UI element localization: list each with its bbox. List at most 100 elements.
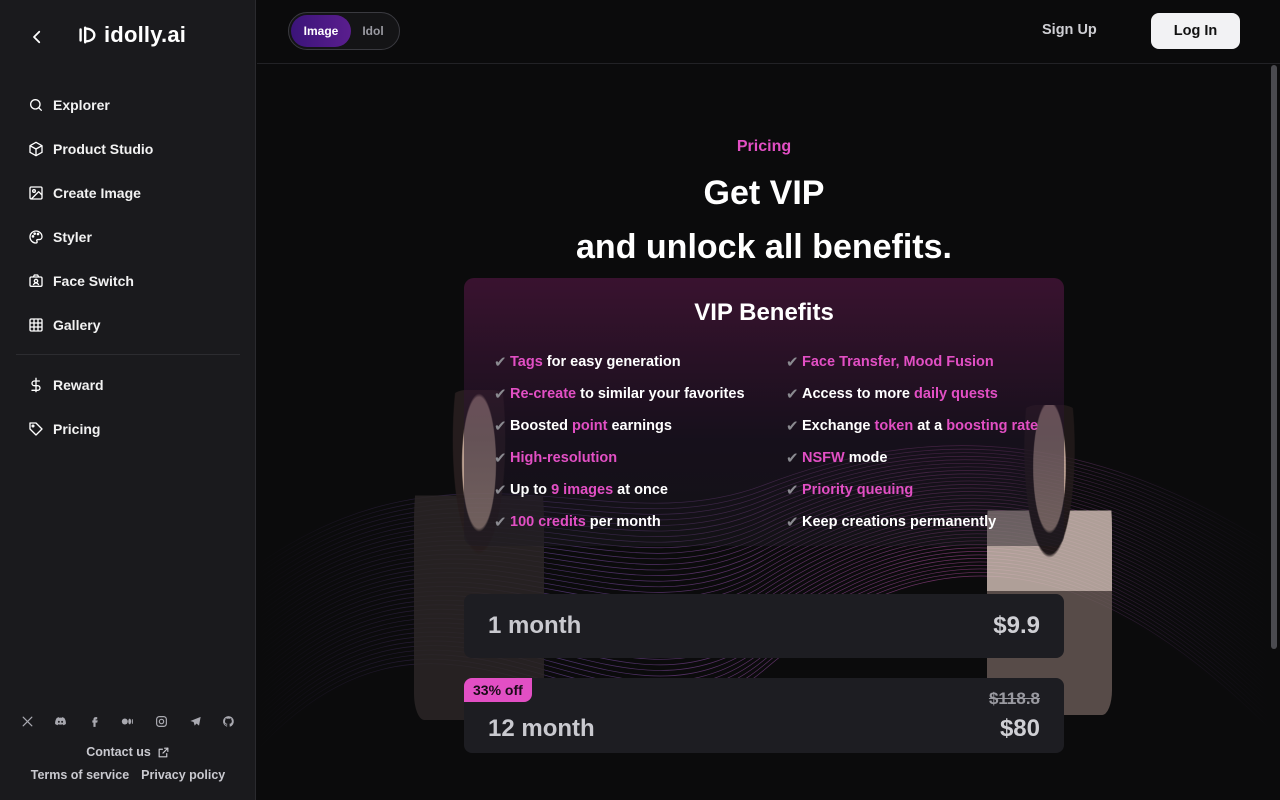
chevron-left-icon bbox=[33, 30, 41, 44]
pricing-kicker: Pricing bbox=[736, 138, 792, 155]
x-link[interactable] bbox=[18, 712, 36, 730]
benefit-item: ✔ Exchange token at a boosting rate bbox=[786, 410, 1038, 442]
benefit-text: per month bbox=[585, 514, 661, 530]
benefit-text: for easy generation bbox=[542, 354, 681, 370]
sidebar-item-label: Explorer bbox=[53, 97, 110, 113]
benefit-item: ✔ Tags for easy generation bbox=[494, 346, 745, 378]
search-icon bbox=[30, 99, 42, 111]
sidebar-item-styler[interactable]: Styler bbox=[16, 215, 240, 259]
toggle-idol[interactable]: Idol bbox=[351, 15, 395, 47]
headline-line-2: and unlock all benefits. bbox=[576, 228, 952, 266]
sidebar-item-gallery[interactable]: Gallery bbox=[16, 303, 240, 347]
check-icon: ✔ bbox=[494, 354, 507, 371]
sidebar-item-create-image[interactable]: Create Image bbox=[16, 171, 240, 215]
headline-line-1: Get VIP bbox=[703, 174, 825, 212]
benefit-text: earnings bbox=[607, 418, 672, 434]
mode-toggle: Image Idol bbox=[288, 12, 400, 50]
benefit-item: ✔ High-resolution bbox=[494, 442, 745, 474]
benefit-item: ✔ Keep creations permanently bbox=[786, 506, 1038, 538]
terms-of-service-link[interactable]: Terms of service bbox=[31, 768, 129, 782]
palette-icon bbox=[29, 230, 43, 244]
benefit-text: Up to bbox=[510, 482, 552, 498]
benefit-item: ✔ Up to 9 images at once bbox=[494, 474, 745, 506]
benefits-title: VIP Benefits bbox=[694, 299, 834, 326]
benefit-highlight: Tags bbox=[510, 354, 543, 370]
benefit-text: to similar your favorites bbox=[576, 386, 745, 402]
plan-name: 1 month bbox=[488, 612, 582, 639]
sidebar-item-label: Product Studio bbox=[53, 141, 154, 157]
image-icon bbox=[29, 186, 43, 200]
check-icon: ✔ bbox=[494, 482, 507, 499]
benefit-highlight: Re-create bbox=[510, 386, 577, 402]
sidebar-item-product-studio[interactable]: Product Studio bbox=[16, 127, 240, 171]
instagram-link[interactable] bbox=[153, 712, 171, 730]
benefit-highlight: Face Transfer, Mood Fusion bbox=[802, 354, 994, 370]
plan-12-month[interactable]: 33% off 12 month $118.8 $80 bbox=[464, 678, 1064, 753]
benefit-text: Access to more bbox=[802, 386, 915, 402]
check-icon: ✔ bbox=[786, 482, 799, 499]
top-bar: Image Idol Sign Up Log In bbox=[257, 0, 1280, 64]
discord-icon bbox=[55, 716, 67, 725]
check-icon: ✔ bbox=[494, 418, 507, 435]
benefits-column-right: ✔ Face Transfer, Mood Fusion ✔ Access to m… bbox=[786, 346, 1038, 538]
benefit-highlight: boosting rate bbox=[946, 418, 1039, 434]
benefit-text: Exchange bbox=[802, 418, 875, 434]
facebook-link[interactable] bbox=[85, 712, 103, 730]
discord-link[interactable] bbox=[52, 712, 70, 730]
benefit-item: ✔ Access to more daily quests bbox=[786, 378, 1038, 410]
check-icon: ✔ bbox=[494, 514, 507, 531]
plan-original-price: $118.8 bbox=[988, 689, 1040, 708]
telegram-link[interactable] bbox=[186, 712, 204, 730]
github-icon bbox=[223, 715, 235, 727]
sidebar-item-face-switch[interactable]: Face Switch bbox=[16, 259, 240, 303]
scrollbar-thumb[interactable] bbox=[1271, 65, 1277, 649]
contact-us-link[interactable]: Contact us bbox=[0, 745, 256, 759]
github-link[interactable] bbox=[220, 712, 238, 730]
plan-name: 12 month bbox=[488, 715, 595, 742]
benefit-highlight: 9 images bbox=[551, 482, 614, 498]
sign-up-button[interactable]: Sign Up bbox=[1042, 22, 1097, 38]
benefit-item: ✔ 100 credits per month bbox=[494, 506, 745, 538]
benefit-highlight: token bbox=[874, 418, 914, 434]
page-headline: Get VIP and unlock all benefits. bbox=[257, 166, 1271, 274]
check-icon: ✔ bbox=[786, 386, 799, 403]
contact-us-label: Contact us bbox=[86, 745, 151, 759]
benefit-highlight: High-resolution bbox=[510, 450, 618, 466]
log-in-button[interactable]: Log In bbox=[1151, 13, 1240, 49]
check-icon: ✔ bbox=[786, 418, 799, 435]
sidebar: idolly.ai Explorer Product Studio Create… bbox=[0, 0, 256, 800]
benefits-column-left: ✔ Tags for easy generation ✔ Re-create to … bbox=[494, 346, 745, 538]
check-icon: ✔ bbox=[786, 354, 799, 371]
check-icon: ✔ bbox=[494, 386, 507, 403]
sidebar-divider bbox=[16, 354, 240, 355]
sidebar-item-label: Styler bbox=[53, 229, 92, 245]
logo-text: idolly.ai bbox=[104, 22, 187, 47]
dollar-icon bbox=[31, 377, 41, 393]
benefit-item: ✔ Priority queuing bbox=[786, 474, 1038, 506]
benefit-text: Boosted bbox=[510, 418, 573, 434]
medium-link[interactable] bbox=[119, 712, 137, 730]
benefit-text: mode bbox=[844, 450, 888, 466]
plan-price: $9.9 bbox=[993, 612, 1040, 639]
legal-links: Terms of service Privacy policy bbox=[0, 768, 256, 782]
plan-1-month[interactable]: 1 month $9.9 bbox=[464, 594, 1064, 658]
toggle-image[interactable]: Image bbox=[291, 15, 351, 47]
benefit-text: Keep creations permanently bbox=[802, 514, 997, 530]
sidebar-item-reward[interactable]: Reward bbox=[16, 363, 240, 407]
medium-icon bbox=[122, 718, 134, 724]
privacy-policy-link[interactable]: Privacy policy bbox=[141, 768, 225, 782]
sidebar-item-pricing[interactable]: Pricing bbox=[16, 407, 240, 451]
logo[interactable]: idolly.ai bbox=[76, 22, 186, 48]
benefit-highlight: Priority queuing bbox=[802, 482, 914, 498]
sidebar-item-label: Face Switch bbox=[53, 273, 134, 289]
sidebar-item-explorer[interactable]: Explorer bbox=[16, 83, 240, 127]
external-link-icon bbox=[158, 747, 169, 757]
check-icon: ✔ bbox=[494, 450, 507, 467]
tag-icon bbox=[29, 422, 43, 436]
benefit-text: at a bbox=[913, 418, 947, 434]
back-button[interactable] bbox=[26, 26, 48, 48]
plan-price: $80 bbox=[999, 715, 1040, 742]
social-links bbox=[16, 712, 240, 730]
vip-benefits-card: VIP Benefits ✔ Tags for easy generation ✔… bbox=[464, 278, 1064, 546]
benefit-item: ✔ NSFW mode bbox=[786, 442, 1038, 474]
